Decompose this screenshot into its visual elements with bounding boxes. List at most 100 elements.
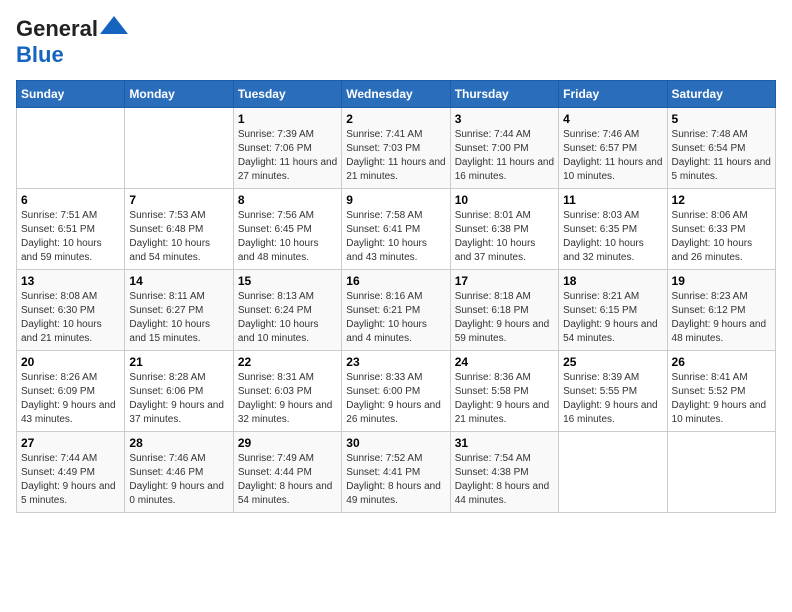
calendar-cell: 26Sunrise: 8:41 AMSunset: 5:52 PMDayligh… — [667, 351, 775, 432]
day-info: Sunrise: 7:54 AMSunset: 4:38 PMDaylight:… — [455, 452, 554, 508]
calendar-cell: 10Sunrise: 8:01 AMSunset: 6:38 PMDayligh… — [450, 189, 558, 270]
day-info: Sunrise: 8:39 AMSunset: 5:55 PMDaylight:… — [563, 371, 662, 427]
logo-icon — [100, 16, 128, 34]
day-number: 3 — [455, 112, 554, 126]
calendar-cell: 4 Sunrise: 7:46 AMSunset: 6:57 PMDaylight… — [559, 108, 667, 189]
day-info: Sunrise: 8:28 AMSunset: 6:06 PMDaylight:… — [129, 371, 228, 427]
calendar-cell — [125, 108, 233, 189]
calendar-cell: 11 Sunrise: 8:03 AMSunset: 6:35 PMDayligh… — [559, 189, 667, 270]
day-info: Sunrise: 7:46 AMSunset: 4:46 PMDaylight:… — [129, 452, 228, 508]
calendar-cell: 30 Sunrise: 7:52 AMSunset: 4:41 PMDayligh… — [342, 432, 450, 513]
day-number: 5 — [672, 112, 771, 126]
day-number: 30 — [346, 436, 445, 450]
calendar-cell: 16 Sunrise: 8:16 AMSunset: 6:21 PMDayligh… — [342, 270, 450, 351]
header-row: SundayMondayTuesdayWednesdayThursdayFrid… — [17, 81, 776, 108]
day-number: 12 — [672, 193, 771, 207]
day-header-sunday: Sunday — [17, 81, 125, 108]
day-info: Sunrise: 8:11 AMSunset: 6:27 PMDaylight:… — [129, 290, 228, 346]
day-info: Sunrise: 7:51 AMSunset: 6:51 PMDaylight:… — [21, 209, 120, 265]
day-number: 28 — [129, 436, 228, 450]
day-info: Sunrise: 8:01 AMSunset: 6:38 PMDaylight:… — [455, 209, 554, 265]
day-number: 6 — [21, 193, 120, 207]
day-number: 18 — [563, 274, 662, 288]
day-number: 27 — [21, 436, 120, 450]
day-info: Sunrise: 7:48 AMSunset: 6:54 PMDaylight:… — [672, 128, 771, 184]
day-info: Sunrise: 8:03 AMSunset: 6:35 PMDaylight:… — [563, 209, 662, 265]
day-info: Sunrise: 7:52 AMSunset: 4:41 PMDaylight:… — [346, 452, 445, 508]
page-header: General Blue — [16, 16, 776, 68]
day-header-thursday: Thursday — [450, 81, 558, 108]
calendar-cell: 23Sunrise: 8:33 AMSunset: 6:00 PMDayligh… — [342, 351, 450, 432]
calendar-cell: 24 Sunrise: 8:36 AMSunset: 5:58 PMDayligh… — [450, 351, 558, 432]
day-info: Sunrise: 8:31 AMSunset: 6:03 PMDaylight:… — [238, 371, 337, 427]
day-number: 8 — [238, 193, 337, 207]
calendar-cell: 29 Sunrise: 7:49 AMSunset: 4:44 PMDayligh… — [233, 432, 341, 513]
calendar-cell: 2 Sunrise: 7:41 AMSunset: 7:03 PMDaylight… — [342, 108, 450, 189]
day-info: Sunrise: 7:41 AMSunset: 7:03 PMDaylight:… — [346, 128, 445, 184]
day-number: 25 — [563, 355, 662, 369]
calendar-cell — [559, 432, 667, 513]
calendar-cell: 12 Sunrise: 8:06 AMSunset: 6:33 PMDayligh… — [667, 189, 775, 270]
logo-general: General — [16, 16, 98, 42]
calendar-cell: 28 Sunrise: 7:46 AMSunset: 4:46 PMDayligh… — [125, 432, 233, 513]
day-header-tuesday: Tuesday — [233, 81, 341, 108]
day-info: Sunrise: 8:21 AMSunset: 6:15 PMDaylight:… — [563, 290, 662, 346]
day-info: Sunrise: 7:46 AMSunset: 6:57 PMDaylight:… — [563, 128, 662, 184]
day-info: Sunrise: 8:18 AMSunset: 6:18 PMDaylight:… — [455, 290, 554, 346]
day-info: Sunrise: 7:53 AMSunset: 6:48 PMDaylight:… — [129, 209, 228, 265]
day-number: 11 — [563, 193, 662, 207]
day-header-friday: Friday — [559, 81, 667, 108]
week-row-3: 13Sunrise: 8:08 AMSunset: 6:30 PMDayligh… — [17, 270, 776, 351]
day-info: Sunrise: 7:44 AMSunset: 4:49 PMDaylight:… — [21, 452, 120, 508]
calendar-cell: 27 Sunrise: 7:44 AMSunset: 4:49 PMDayligh… — [17, 432, 125, 513]
day-number: 24 — [455, 355, 554, 369]
day-info: Sunrise: 7:39 AMSunset: 7:06 PMDaylight:… — [238, 128, 337, 184]
calendar-cell: 15 Sunrise: 8:13 AMSunset: 6:24 PMDayligh… — [233, 270, 341, 351]
day-number: 21 — [129, 355, 228, 369]
day-number: 9 — [346, 193, 445, 207]
day-info: Sunrise: 7:44 AMSunset: 7:00 PMDaylight:… — [455, 128, 554, 184]
calendar-cell: 21 Sunrise: 8:28 AMSunset: 6:06 PMDayligh… — [125, 351, 233, 432]
day-number: 4 — [563, 112, 662, 126]
day-info: Sunrise: 8:26 AMSunset: 6:09 PMDaylight:… — [21, 371, 120, 427]
day-number: 15 — [238, 274, 337, 288]
calendar-cell: 8Sunrise: 7:56 AMSunset: 6:45 PMDaylight… — [233, 189, 341, 270]
logo-blue: Blue — [16, 42, 64, 67]
day-info: Sunrise: 7:49 AMSunset: 4:44 PMDaylight:… — [238, 452, 337, 508]
day-number: 26 — [672, 355, 771, 369]
day-info: Sunrise: 8:23 AMSunset: 6:12 PMDaylight:… — [672, 290, 771, 346]
calendar-cell: 17 Sunrise: 8:18 AMSunset: 6:18 PMDayligh… — [450, 270, 558, 351]
day-header-wednesday: Wednesday — [342, 81, 450, 108]
day-number: 31 — [455, 436, 554, 450]
day-number: 2 — [346, 112, 445, 126]
calendar-cell: 20 Sunrise: 8:26 AMSunset: 6:09 PMDayligh… — [17, 351, 125, 432]
calendar-cell: 13Sunrise: 8:08 AMSunset: 6:30 PMDayligh… — [17, 270, 125, 351]
logo: General Blue — [16, 16, 128, 68]
day-info: Sunrise: 8:13 AMSunset: 6:24 PMDaylight:… — [238, 290, 337, 346]
calendar-table: SundayMondayTuesdayWednesdayThursdayFrid… — [16, 80, 776, 513]
week-row-1: 1 Sunrise: 7:39 AMSunset: 7:06 PMDaylight… — [17, 108, 776, 189]
day-number: 22 — [238, 355, 337, 369]
calendar-cell — [17, 108, 125, 189]
day-number: 20 — [21, 355, 120, 369]
calendar-cell: 7 Sunrise: 7:53 AMSunset: 6:48 PMDaylight… — [125, 189, 233, 270]
week-row-2: 6 Sunrise: 7:51 AMSunset: 6:51 PMDaylight… — [17, 189, 776, 270]
day-number: 13 — [21, 274, 120, 288]
day-info: Sunrise: 8:36 AMSunset: 5:58 PMDaylight:… — [455, 371, 554, 427]
day-number: 16 — [346, 274, 445, 288]
calendar-cell: 5 Sunrise: 7:48 AMSunset: 6:54 PMDaylight… — [667, 108, 775, 189]
day-info: Sunrise: 8:06 AMSunset: 6:33 PMDaylight:… — [672, 209, 771, 265]
day-number: 17 — [455, 274, 554, 288]
day-number: 29 — [238, 436, 337, 450]
day-number: 7 — [129, 193, 228, 207]
day-header-saturday: Saturday — [667, 81, 775, 108]
day-header-monday: Monday — [125, 81, 233, 108]
day-info: Sunrise: 8:16 AMSunset: 6:21 PMDaylight:… — [346, 290, 445, 346]
calendar-cell — [667, 432, 775, 513]
day-number: 23 — [346, 355, 445, 369]
day-number: 1 — [238, 112, 337, 126]
day-number: 14 — [129, 274, 228, 288]
calendar-cell: 18 Sunrise: 8:21 AMSunset: 6:15 PMDayligh… — [559, 270, 667, 351]
calendar-cell: 6 Sunrise: 7:51 AMSunset: 6:51 PMDaylight… — [17, 189, 125, 270]
day-number: 19 — [672, 274, 771, 288]
